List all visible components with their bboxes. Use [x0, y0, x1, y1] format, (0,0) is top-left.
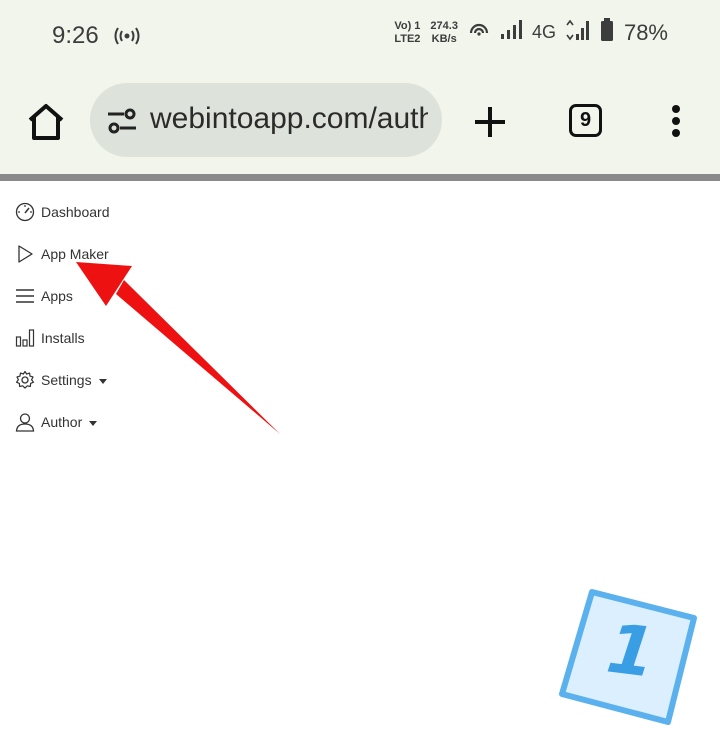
nav-item-settings[interactable]: Settings: [14, 359, 110, 401]
nav-item-dashboard[interactable]: Dashboard: [14, 191, 110, 233]
nav-item-installs[interactable]: Installs: [14, 317, 110, 359]
nav-item-app-maker[interactable]: App Maker: [14, 233, 110, 275]
home-button[interactable]: [24, 102, 68, 142]
status-bar: 9:26 Vo) 1 LTE2 274.3 KB/s 4G 78%: [0, 0, 720, 70]
bar-chart-icon: [14, 328, 35, 349]
network-speed: 274.3 KB/s: [430, 20, 458, 46]
status-time: 9:26: [52, 22, 99, 49]
volte-indicator: Vo) 1 LTE2: [394, 20, 420, 46]
nav-item-apps[interactable]: Apps: [14, 275, 110, 317]
battery-percent: 78%: [623, 19, 668, 45]
speedometer-icon: [14, 202, 35, 223]
battery-icon: [600, 18, 614, 47]
sidebar-nav: Dashboard App Maker Apps Installs Settin…: [14, 191, 110, 443]
gear-icon: [14, 370, 35, 391]
more-vertical-icon: [672, 105, 680, 137]
site-settings-icon[interactable]: [106, 107, 138, 140]
browser-toolbar: webintoapp.com/author 9: [0, 70, 720, 174]
nav-label-installs: Installs: [41, 330, 85, 346]
nav-label-app-maker: App Maker: [41, 246, 109, 262]
speed-unit: KB/s: [431, 32, 457, 45]
chevron-down-icon: [89, 420, 98, 426]
wifi-calling-icon: [468, 19, 490, 46]
toolbar-divider: [0, 174, 720, 181]
nav-label-settings: Settings: [41, 372, 92, 388]
tab-switcher-button[interactable]: 9: [569, 104, 602, 137]
volte-line2: LTE2: [394, 32, 421, 45]
speed-value: 274.3: [430, 19, 458, 32]
url-bar[interactable]: webintoapp.com/author: [90, 83, 442, 157]
home-icon: [28, 104, 64, 140]
new-tab-button[interactable]: [470, 102, 510, 147]
nav-item-author[interactable]: Author: [14, 401, 110, 443]
hotspot-icon: [114, 24, 140, 51]
nav-label-dashboard: Dashboard: [41, 204, 110, 220]
play-icon: [14, 244, 35, 265]
browser-menu-button[interactable]: [670, 103, 682, 144]
signal-2-icon: [566, 19, 590, 46]
user-icon: [14, 412, 35, 433]
plus-icon: [475, 107, 505, 137]
signal-icon: [500, 20, 522, 45]
step-number: 1: [602, 609, 660, 694]
list-icon: [14, 286, 35, 307]
volte-line1: Vo) 1: [394, 19, 421, 32]
url-text[interactable]: webintoapp.com/author: [150, 102, 428, 136]
chevron-down-icon: [98, 378, 107, 384]
nav-label-apps: Apps: [41, 288, 73, 304]
nav-label-author: Author: [41, 414, 83, 430]
network-type: 4G: [531, 22, 556, 42]
